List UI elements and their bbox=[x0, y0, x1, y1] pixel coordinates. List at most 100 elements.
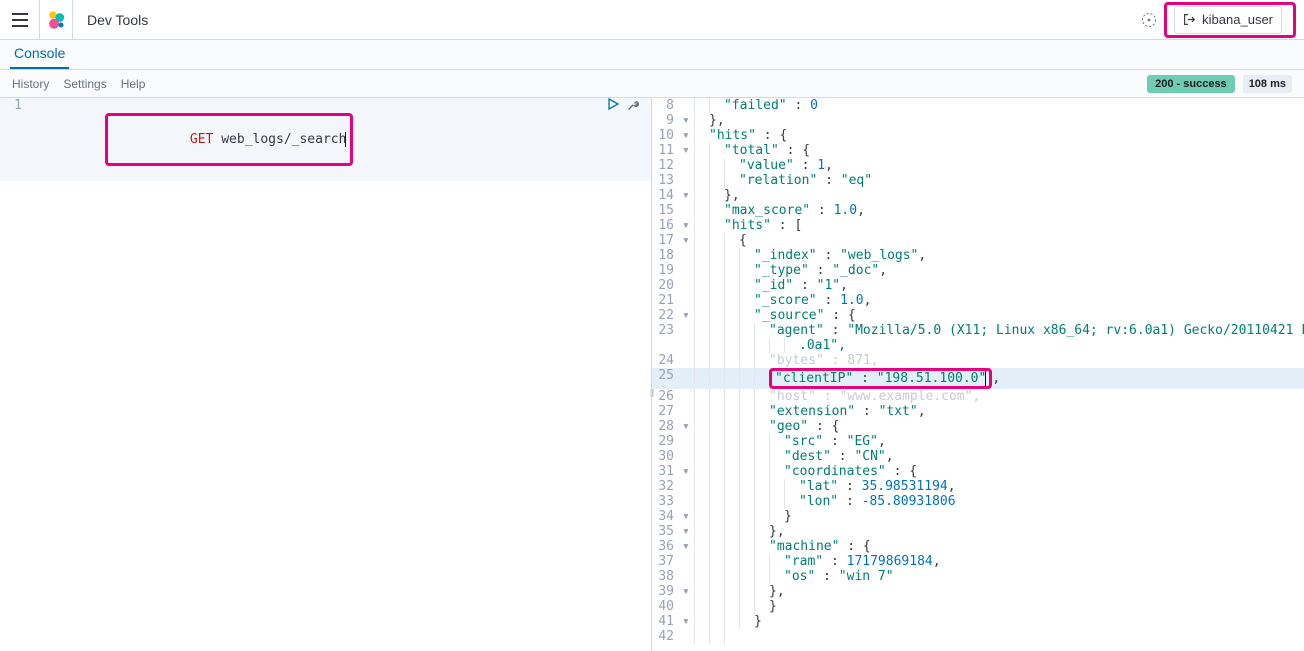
fold-toggle[interactable]: ▾ bbox=[682, 218, 694, 233]
fold-toggle[interactable]: ▾ bbox=[682, 113, 694, 128]
line-number: 25 bbox=[652, 368, 682, 383]
fold-toggle[interactable]: ▾ bbox=[682, 584, 694, 599]
line-number: 38 bbox=[652, 569, 682, 584]
response-line: 40} bbox=[652, 599, 1304, 614]
line-number: 10 bbox=[652, 128, 682, 143]
response-line: 41▾} bbox=[652, 614, 1304, 629]
line-number: 31 bbox=[652, 464, 682, 479]
line-number: 23 bbox=[652, 323, 682, 338]
fold-toggle[interactable]: ▾ bbox=[682, 524, 694, 539]
response-line: 16▾"hits" : [ bbox=[652, 218, 1304, 233]
response-line: 12"value" : 1, bbox=[652, 158, 1304, 173]
hamburger-icon bbox=[12, 13, 28, 27]
tab-console[interactable]: Console bbox=[10, 39, 69, 69]
fold-toggle[interactable]: ▾ bbox=[682, 143, 694, 158]
response-line: 22▾"_source" : { bbox=[652, 308, 1304, 323]
exit-icon bbox=[1183, 13, 1196, 26]
line-number: 20 bbox=[652, 278, 682, 293]
response-line: 23"agent" : "Mozilla/5.0 (X11; Linux x86… bbox=[652, 323, 1304, 338]
line-number: 32 bbox=[652, 479, 682, 494]
response-viewer[interactable]: 8"failed" : 09▾},10▾"hits" : {11▾"total"… bbox=[652, 98, 1304, 651]
console-toolbar: History Settings Help 200 - success 108 … bbox=[0, 70, 1304, 98]
response-line: 10▾"hits" : { bbox=[652, 128, 1304, 143]
fold-toggle[interactable]: ▾ bbox=[682, 419, 694, 434]
response-line: 25"clientIP" : "198.51.100.0", bbox=[652, 368, 1304, 389]
response-line: 14▾}, bbox=[652, 188, 1304, 203]
fold-toggle[interactable]: ▾ bbox=[682, 188, 694, 203]
response-line: 19"_type" : "_doc", bbox=[652, 263, 1304, 278]
line-number: 26 bbox=[652, 389, 682, 404]
request-path: web_logs/_search bbox=[221, 132, 346, 147]
response-line: 38"os" : "win 7" bbox=[652, 569, 1304, 584]
fold-toggle[interactable]: ▾ bbox=[682, 509, 694, 524]
response-line: 29"src" : "EG", bbox=[652, 434, 1304, 449]
status-badge: 200 - success bbox=[1147, 75, 1235, 93]
response-line: 21"_score" : 1.0, bbox=[652, 293, 1304, 308]
dashed-circle-icon bbox=[1141, 12, 1157, 28]
user-name: kibana_user bbox=[1202, 12, 1273, 27]
line-number: 14 bbox=[652, 188, 682, 203]
response-line: 32"lat" : 35.98531194, bbox=[652, 479, 1304, 494]
response-line: .0a1", bbox=[652, 338, 1304, 353]
line-number: 36 bbox=[652, 539, 682, 554]
line-number: 18 bbox=[652, 248, 682, 263]
fold-toggle[interactable]: ▾ bbox=[682, 539, 694, 554]
history-link[interactable]: History bbox=[12, 77, 49, 91]
request-method: GET bbox=[190, 132, 213, 147]
response-line: 27"extension" : "txt", bbox=[652, 404, 1304, 419]
line-number: 33 bbox=[652, 494, 682, 509]
response-line: 35▾}, bbox=[652, 524, 1304, 539]
global-header: Dev Tools kibana_user bbox=[0, 0, 1304, 40]
line-number: 19 bbox=[652, 263, 682, 278]
line-number: 22 bbox=[652, 308, 682, 323]
request-editor[interactable]: 1 GET web_logs/_search bbox=[0, 98, 652, 651]
response-line: 11▾"total" : { bbox=[652, 143, 1304, 158]
line-number: 37 bbox=[652, 554, 682, 569]
line-number: 27 bbox=[652, 404, 682, 419]
response-line: 39▾}, bbox=[652, 584, 1304, 599]
line-number: 42 bbox=[652, 629, 682, 644]
request-highlight-annotation: GET web_logs/_search bbox=[105, 113, 354, 166]
editor-panes: ‖ 1 GET web_logs/_search 8"failed" : 09▾… bbox=[0, 98, 1304, 651]
line-number: 13 bbox=[652, 173, 682, 188]
play-icon[interactable] bbox=[607, 98, 619, 110]
response-line: 15"max_score" : 1.0, bbox=[652, 203, 1304, 218]
line-number: 28 bbox=[652, 419, 682, 434]
line-number: 9 bbox=[652, 113, 682, 128]
breadcrumb[interactable]: Dev Tools bbox=[73, 12, 162, 28]
line-number: 29 bbox=[652, 434, 682, 449]
response-line: 37"ram" : 17179869184, bbox=[652, 554, 1304, 569]
response-line: 34▾} bbox=[652, 509, 1304, 524]
request-line[interactable]: 1 GET web_logs/_search bbox=[0, 98, 651, 181]
line-number: 1 bbox=[0, 98, 30, 113]
help-link[interactable]: Help bbox=[121, 77, 146, 91]
fold-toggle[interactable]: ▾ bbox=[682, 308, 694, 323]
response-line: 9▾}, bbox=[652, 113, 1304, 128]
newsfeed-button[interactable] bbox=[1134, 0, 1164, 40]
line-number: 24 bbox=[652, 353, 682, 368]
clientip-highlight-annotation: "clientIP" : "198.51.100.0" bbox=[769, 368, 992, 389]
line-number: 41 bbox=[652, 614, 682, 629]
menu-toggle[interactable] bbox=[0, 0, 40, 40]
line-number: 17 bbox=[652, 233, 682, 248]
response-line: 26"host" : "www.example.com", bbox=[652, 389, 1304, 404]
fold-toggle[interactable]: ▾ bbox=[682, 464, 694, 479]
wrench-icon[interactable] bbox=[627, 98, 641, 110]
response-line: 28▾"geo" : { bbox=[652, 419, 1304, 434]
line-number: 12 bbox=[652, 158, 682, 173]
line-number: 11 bbox=[652, 143, 682, 158]
fold-toggle[interactable]: ▾ bbox=[682, 128, 694, 143]
response-line: 18"_index" : "web_logs", bbox=[652, 248, 1304, 263]
fold-toggle[interactable]: ▾ bbox=[682, 233, 694, 248]
fold-toggle[interactable]: ▾ bbox=[682, 614, 694, 629]
line-number: 15 bbox=[652, 203, 682, 218]
app-logo[interactable] bbox=[40, 0, 73, 40]
line-number: 40 bbox=[652, 599, 682, 614]
latency-badge: 108 ms bbox=[1243, 75, 1292, 93]
response-line: 42 bbox=[652, 629, 1304, 644]
elastic-logo-icon bbox=[46, 10, 66, 30]
response-line: 24"bytes" : 871, bbox=[652, 353, 1304, 368]
settings-link[interactable]: Settings bbox=[63, 77, 106, 91]
response-line: 20"_id" : "1", bbox=[652, 278, 1304, 293]
user-menu[interactable]: kibana_user bbox=[1174, 6, 1282, 34]
